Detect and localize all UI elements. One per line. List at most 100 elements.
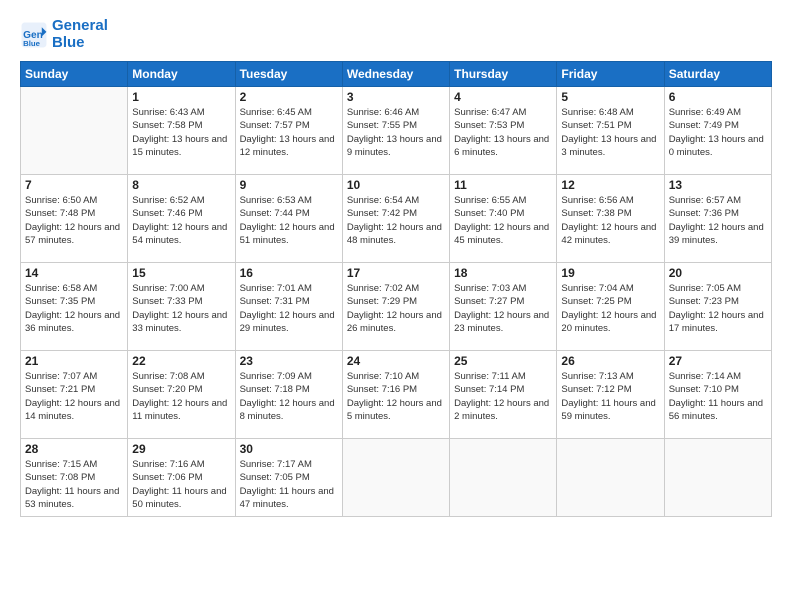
day-info: Sunrise: 6:47 AMSunset: 7:53 PMDaylight:… xyxy=(454,106,552,159)
sunset-text: Sunset: 7:06 PM xyxy=(132,471,230,484)
sunset-text: Sunset: 7:14 PM xyxy=(454,383,552,396)
day-number: 30 xyxy=(240,442,338,456)
daylight-text: Daylight: 13 hours and 6 minutes. xyxy=(454,133,552,160)
day-info: Sunrise: 7:10 AMSunset: 7:16 PMDaylight:… xyxy=(347,370,445,423)
sunrise-text: Sunrise: 6:45 AM xyxy=(240,106,338,119)
calendar-cell: 8Sunrise: 6:52 AMSunset: 7:46 PMDaylight… xyxy=(128,175,235,263)
calendar-cell: 6Sunrise: 6:49 AMSunset: 7:49 PMDaylight… xyxy=(664,87,771,175)
weekday-tuesday: Tuesday xyxy=(235,62,342,87)
daylight-text: Daylight: 12 hours and 48 minutes. xyxy=(347,221,445,248)
day-number: 22 xyxy=(132,354,230,368)
sunrise-text: Sunrise: 7:15 AM xyxy=(25,458,123,471)
calendar-cell: 27 Sunrise: 7:14 AMSunset: 7:10 PMDayligh… xyxy=(664,351,771,439)
sunset-text: Sunset: 7:33 PM xyxy=(132,295,230,308)
sunrise-text: Sunrise: 6:43 AM xyxy=(132,106,230,119)
day-info: Sunrise: 7:05 AMSunset: 7:23 PMDaylight:… xyxy=(669,282,767,335)
daylight-text: Daylight: 11 hours and 53 minutes. xyxy=(25,485,123,512)
sunrise-text: Sunrise: 7:02 AM xyxy=(347,282,445,295)
day-number: 5 xyxy=(561,90,659,104)
day-info: Sunrise: 6:45 AMSunset: 7:57 PMDaylight:… xyxy=(240,106,338,159)
sunset-text: Sunset: 7:35 PM xyxy=(25,295,123,308)
day-info: Sunrise: 7:15 AMSunset: 7:08 PMDaylight:… xyxy=(25,458,123,511)
calendar-cell xyxy=(664,439,771,517)
calendar-cell: 13Sunrise: 6:57 AMSunset: 7:36 PMDayligh… xyxy=(664,175,771,263)
daylight-text: Daylight: 12 hours and 29 minutes. xyxy=(240,309,338,336)
sunset-text: Sunset: 7:58 PM xyxy=(132,119,230,132)
calendar-cell: 12Sunrise: 6:56 AMSunset: 7:38 PMDayligh… xyxy=(557,175,664,263)
calendar-cell xyxy=(450,439,557,517)
day-number: 17 xyxy=(347,266,445,280)
sunset-text: Sunset: 7:46 PM xyxy=(132,207,230,220)
day-info: Sunrise: 7:07 AMSunset: 7:21 PMDaylight:… xyxy=(25,370,123,423)
daylight-text: Daylight: 11 hours and 59 minutes. xyxy=(561,397,659,424)
calendar-week-3: 14 Sunrise: 6:58 AMSunset: 7:35 PMDayligh… xyxy=(21,263,772,351)
sunrise-text: Sunrise: 6:46 AM xyxy=(347,106,445,119)
daylight-text: Daylight: 11 hours and 50 minutes. xyxy=(132,485,230,512)
calendar-cell: 22Sunrise: 7:08 AMSunset: 7:20 PMDayligh… xyxy=(128,351,235,439)
calendar-cell: 19Sunrise: 7:04 AMSunset: 7:25 PMDayligh… xyxy=(557,263,664,351)
sunset-text: Sunset: 7:40 PM xyxy=(454,207,552,220)
sunrise-text: Sunrise: 6:50 AM xyxy=(25,194,123,207)
daylight-text: Daylight: 12 hours and 17 minutes. xyxy=(669,309,767,336)
weekday-sunday: Sunday xyxy=(21,62,128,87)
weekday-friday: Friday xyxy=(557,62,664,87)
day-number: 27 xyxy=(669,354,767,368)
sunset-text: Sunset: 7:42 PM xyxy=(347,207,445,220)
daylight-text: Daylight: 12 hours and 33 minutes. xyxy=(132,309,230,336)
calendar-cell: 5 Sunrise: 6:48 AMSunset: 7:51 PMDaylight… xyxy=(557,87,664,175)
calendar-cell: 18Sunrise: 7:03 AMSunset: 7:27 PMDayligh… xyxy=(450,263,557,351)
day-info: Sunrise: 6:49 AMSunset: 7:49 PMDaylight:… xyxy=(669,106,767,159)
calendar-cell: 7Sunrise: 6:50 AMSunset: 7:48 PMDaylight… xyxy=(21,175,128,263)
day-number: 10 xyxy=(347,178,445,192)
daylight-text: Daylight: 12 hours and 36 minutes. xyxy=(25,309,123,336)
daylight-text: Daylight: 12 hours and 5 minutes. xyxy=(347,397,445,424)
calendar-cell xyxy=(21,87,128,175)
day-info: Sunrise: 7:01 AMSunset: 7:31 PMDaylight:… xyxy=(240,282,338,335)
day-number: 15 xyxy=(132,266,230,280)
day-number: 14 xyxy=(25,266,123,280)
calendar-cell: 21Sunrise: 7:07 AMSunset: 7:21 PMDayligh… xyxy=(21,351,128,439)
sunset-text: Sunset: 7:57 PM xyxy=(240,119,338,132)
sunset-text: Sunset: 7:20 PM xyxy=(132,383,230,396)
day-info: Sunrise: 6:58 AMSunset: 7:35 PMDaylight:… xyxy=(25,282,123,335)
sunset-text: Sunset: 7:51 PM xyxy=(561,119,659,132)
calendar-cell: 26Sunrise: 7:13 AMSunset: 7:12 PMDayligh… xyxy=(557,351,664,439)
day-number: 9 xyxy=(240,178,338,192)
calendar-cell: 20 Sunrise: 7:05 AMSunset: 7:23 PMDayligh… xyxy=(664,263,771,351)
sunrise-text: Sunrise: 6:47 AM xyxy=(454,106,552,119)
day-number: 26 xyxy=(561,354,659,368)
daylight-text: Daylight: 12 hours and 54 minutes. xyxy=(132,221,230,248)
daylight-text: Daylight: 12 hours and 39 minutes. xyxy=(669,221,767,248)
calendar-cell xyxy=(557,439,664,517)
calendar-cell: 2Sunrise: 6:45 AMSunset: 7:57 PMDaylight… xyxy=(235,87,342,175)
day-number: 20 xyxy=(669,266,767,280)
daylight-text: Daylight: 13 hours and 3 minutes. xyxy=(561,133,659,160)
sunrise-text: Sunrise: 6:48 AM xyxy=(561,106,659,119)
sunset-text: Sunset: 7:08 PM xyxy=(25,471,123,484)
daylight-text: Daylight: 13 hours and 9 minutes. xyxy=(347,133,445,160)
day-info: Sunrise: 6:54 AMSunset: 7:42 PMDaylight:… xyxy=(347,194,445,247)
sunrise-text: Sunrise: 7:08 AM xyxy=(132,370,230,383)
calendar-cell: 11Sunrise: 6:55 AMSunset: 7:40 PMDayligh… xyxy=(450,175,557,263)
sunset-text: Sunset: 7:10 PM xyxy=(669,383,767,396)
day-info: Sunrise: 7:16 AMSunset: 7:06 PMDaylight:… xyxy=(132,458,230,511)
day-number: 13 xyxy=(669,178,767,192)
day-info: Sunrise: 6:48 AMSunset: 7:51 PMDaylight:… xyxy=(561,106,659,159)
sunrise-text: Sunrise: 7:03 AM xyxy=(454,282,552,295)
sunrise-text: Sunrise: 7:09 AM xyxy=(240,370,338,383)
day-info: Sunrise: 6:46 AMSunset: 7:55 PMDaylight:… xyxy=(347,106,445,159)
calendar-cell: 15 Sunrise: 7:00 AMSunset: 7:33 PMDayligh… xyxy=(128,263,235,351)
day-info: Sunrise: 7:03 AMSunset: 7:27 PMDaylight:… xyxy=(454,282,552,335)
sunset-text: Sunset: 7:23 PM xyxy=(669,295,767,308)
daylight-text: Daylight: 11 hours and 56 minutes. xyxy=(669,397,767,424)
sunset-text: Sunset: 7:49 PM xyxy=(669,119,767,132)
calendar-cell: 24 Sunrise: 7:10 AMSunset: 7:16 PMDayligh… xyxy=(342,351,449,439)
sunrise-text: Sunrise: 7:00 AM xyxy=(132,282,230,295)
calendar-cell: 4Sunrise: 6:47 AMSunset: 7:53 PMDaylight… xyxy=(450,87,557,175)
day-info: Sunrise: 7:14 AMSunset: 7:10 PMDaylight:… xyxy=(669,370,767,423)
sunrise-text: Sunrise: 6:52 AM xyxy=(132,194,230,207)
calendar-week-5: 28Sunrise: 7:15 AMSunset: 7:08 PMDayligh… xyxy=(21,439,772,517)
daylight-text: Daylight: 12 hours and 57 minutes. xyxy=(25,221,123,248)
day-info: Sunrise: 6:53 AMSunset: 7:44 PMDaylight:… xyxy=(240,194,338,247)
day-number: 24 xyxy=(347,354,445,368)
